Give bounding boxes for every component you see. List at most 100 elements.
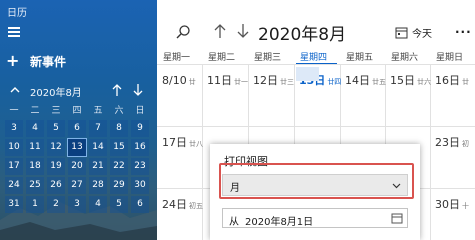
mini-calendar-day[interactable]: 3 <box>68 196 86 213</box>
calendar-day-cell[interactable]: 14日 廿五 <box>345 69 386 88</box>
weekday-header-cell: 星期一 <box>163 53 191 63</box>
lunar-date: 廿三 <box>280 78 294 86</box>
mini-calendar-day[interactable]: 6 <box>68 120 86 137</box>
mini-calendar-week-row: 17 18 19 20 21 22 23 <box>5 158 155 175</box>
mini-weekday: 一 <box>9 106 19 116</box>
mini-weekday: 六 <box>114 106 124 116</box>
mini-calendar-day[interactable]: 21 <box>89 158 107 175</box>
mini-calendar-week-row: 3456789 <box>5 120 155 137</box>
view-type-dropdown[interactable]: 月 <box>222 174 408 196</box>
mini-calendar-day[interactable]: 22 <box>110 158 128 175</box>
calendar-day-cell[interactable]: 11日 廿一 <box>207 69 248 88</box>
hamburger-menu-icon[interactable] <box>8 27 20 37</box>
calendar-day-cell[interactable]: 8/10 廿 <box>162 69 196 88</box>
lunar-date: 廿六 <box>417 78 431 86</box>
mini-calendar-day[interactable]: 8 <box>110 120 128 137</box>
calendar-day-cell[interactable]: 16日廿 <box>435 69 469 88</box>
weekday-header-cell: 星期五 <box>346 53 374 63</box>
calendar-day-cell[interactable]: 24日 初五 <box>162 193 203 212</box>
mini-calendar-day[interactable]: 1 <box>26 196 44 213</box>
mini-calendar-day[interactable]: 3 <box>5 120 23 137</box>
today-label: 今天 <box>412 28 432 40</box>
lunar-date: 廿一 <box>234 78 248 86</box>
mini-calendar-day[interactable]: 27 <box>68 177 86 194</box>
weekday-header-cell: 星期四 <box>300 53 328 63</box>
search-icon[interactable] <box>175 24 191 40</box>
dialog-title: 打印视图 <box>224 155 268 168</box>
new-event-button[interactable]: + 新事件 <box>6 52 66 70</box>
mini-calendar-day[interactable]: 18 <box>26 158 44 175</box>
mini-calendar-day[interactable]: 20 <box>68 158 86 175</box>
mini-calendar-day[interactable]: 9 <box>131 120 149 137</box>
from-date-picker[interactable]: 从 2020年8月1日 <box>222 208 408 228</box>
mini-calendar-day[interactable]: 5 <box>47 120 65 137</box>
mini-calendar-day[interactable]: 6 <box>131 196 149 213</box>
mini-calendar-day[interactable]: 10 <box>5 139 23 156</box>
sidebar: 日历 + 新事件 2020年8月 一 二 三 四 五 六 日 3 4 5 6 7 8 9 10… <box>0 0 157 240</box>
chevron-up-icon[interactable] <box>8 83 22 97</box>
mini-calendar-day[interactable]: 7 <box>89 120 107 137</box>
lunar-date: 廿 <box>188 78 196 86</box>
day-number: 8/10 <box>162 74 187 87</box>
mini-calendar-week-row: 10 11 12 13 14 15 16 <box>5 138 155 157</box>
mini-calendar-week-row: 24 25 26 27 28 29 30 <box>5 177 155 194</box>
grid-column-divider <box>430 64 431 240</box>
arrow-down-icon[interactable] <box>131 82 145 98</box>
print-view-dialog: 打印视图 月 从 2020年8月1日 <box>210 144 420 240</box>
calendar-day-cell[interactable]: 30日十 <box>435 193 469 212</box>
mini-calendar-day[interactable]: 16 <box>131 139 149 156</box>
calendar-today-icon <box>395 27 408 38</box>
mini-calendar-day[interactable]: 19 <box>47 158 65 175</box>
view-type-value: 月 <box>230 183 240 194</box>
mini-weekday: 三 <box>51 106 61 116</box>
mini-calendar-day[interactable]: 24 <box>5 177 23 194</box>
next-month-arrow-icon[interactable] <box>236 22 250 40</box>
mini-calendar-day[interactable]: 5 <box>110 196 128 213</box>
mini-calendar-day[interactable]: 30 <box>131 177 149 194</box>
mini-calendar-day[interactable]: 28 <box>89 177 107 194</box>
mini-calendar-day[interactable]: 14 <box>89 139 107 156</box>
lunar-date: 初五 <box>189 202 203 210</box>
more-options-icon[interactable]: ··· <box>455 25 472 39</box>
day-number: 17日 <box>162 136 187 149</box>
mini-calendar-day[interactable]: 31 <box>5 196 23 213</box>
from-date-value: 2020年8月1日 <box>245 217 314 228</box>
mini-calendar-week-row: 31 1 2 3 4 5 6 <box>5 196 155 213</box>
mini-calendar-day[interactable]: 25 <box>26 177 44 194</box>
previous-month-arrow-icon[interactable] <box>213 22 227 40</box>
mini-calendar-day[interactable]: 11 <box>26 139 44 156</box>
mini-calendar-day[interactable]: 26 <box>47 177 65 194</box>
mini-weekday: 四 <box>72 106 82 116</box>
mini-weekday: 二 <box>30 106 40 116</box>
mini-calendar-day[interactable]: 17 <box>5 158 23 175</box>
chevron-down-icon <box>392 183 401 189</box>
grid-row-divider <box>157 126 475 127</box>
mini-calendar-day[interactable]: 2 <box>47 196 65 213</box>
mini-calendar-day[interactable]: 23 <box>131 158 149 175</box>
mini-calendar-day[interactable]: 12 <box>47 139 65 156</box>
calendar-day-cell[interactable]: 15日 廿六 <box>390 69 431 88</box>
weekday-header-cell: 星期六 <box>391 53 419 63</box>
weekday-header-cell: 星期三 <box>254 53 282 63</box>
lunar-date: 廿八 <box>189 140 203 148</box>
mini-calendar-day[interactable]: 13 <box>67 138 87 157</box>
grid-row-divider <box>157 64 475 65</box>
day-number: 30日 <box>435 198 460 211</box>
today-button[interactable]: 今天 <box>395 22 432 42</box>
mini-calendar-header: 2020年8月 <box>0 80 157 100</box>
weekday-header: 星期一 星期二 星期三 星期四 星期五 星期六 星期日 <box>157 50 475 65</box>
arrow-up-icon[interactable] <box>110 82 124 98</box>
mini-calendar-day[interactable]: 29 <box>110 177 128 194</box>
day-number: 16日 <box>435 74 460 87</box>
month-title[interactable]: 2020年8月 <box>258 20 346 45</box>
day-number: 14日 <box>345 74 370 87</box>
calendar-day-cell[interactable]: 23日初 <box>435 131 469 150</box>
mini-calendar-day[interactable]: 15 <box>110 139 128 156</box>
day-number: 11日 <box>207 74 232 87</box>
calendar-day-cell[interactable]: 17日 廿八 <box>162 131 203 150</box>
calendar-day-cell[interactable]: 12日 廿三 <box>253 69 294 88</box>
mini-calendar-day[interactable]: 4 <box>26 120 44 137</box>
mini-calendar-day[interactable]: 4 <box>89 196 107 213</box>
app-title: 日历 <box>7 8 27 19</box>
new-event-label: 新事件 <box>30 54 67 69</box>
